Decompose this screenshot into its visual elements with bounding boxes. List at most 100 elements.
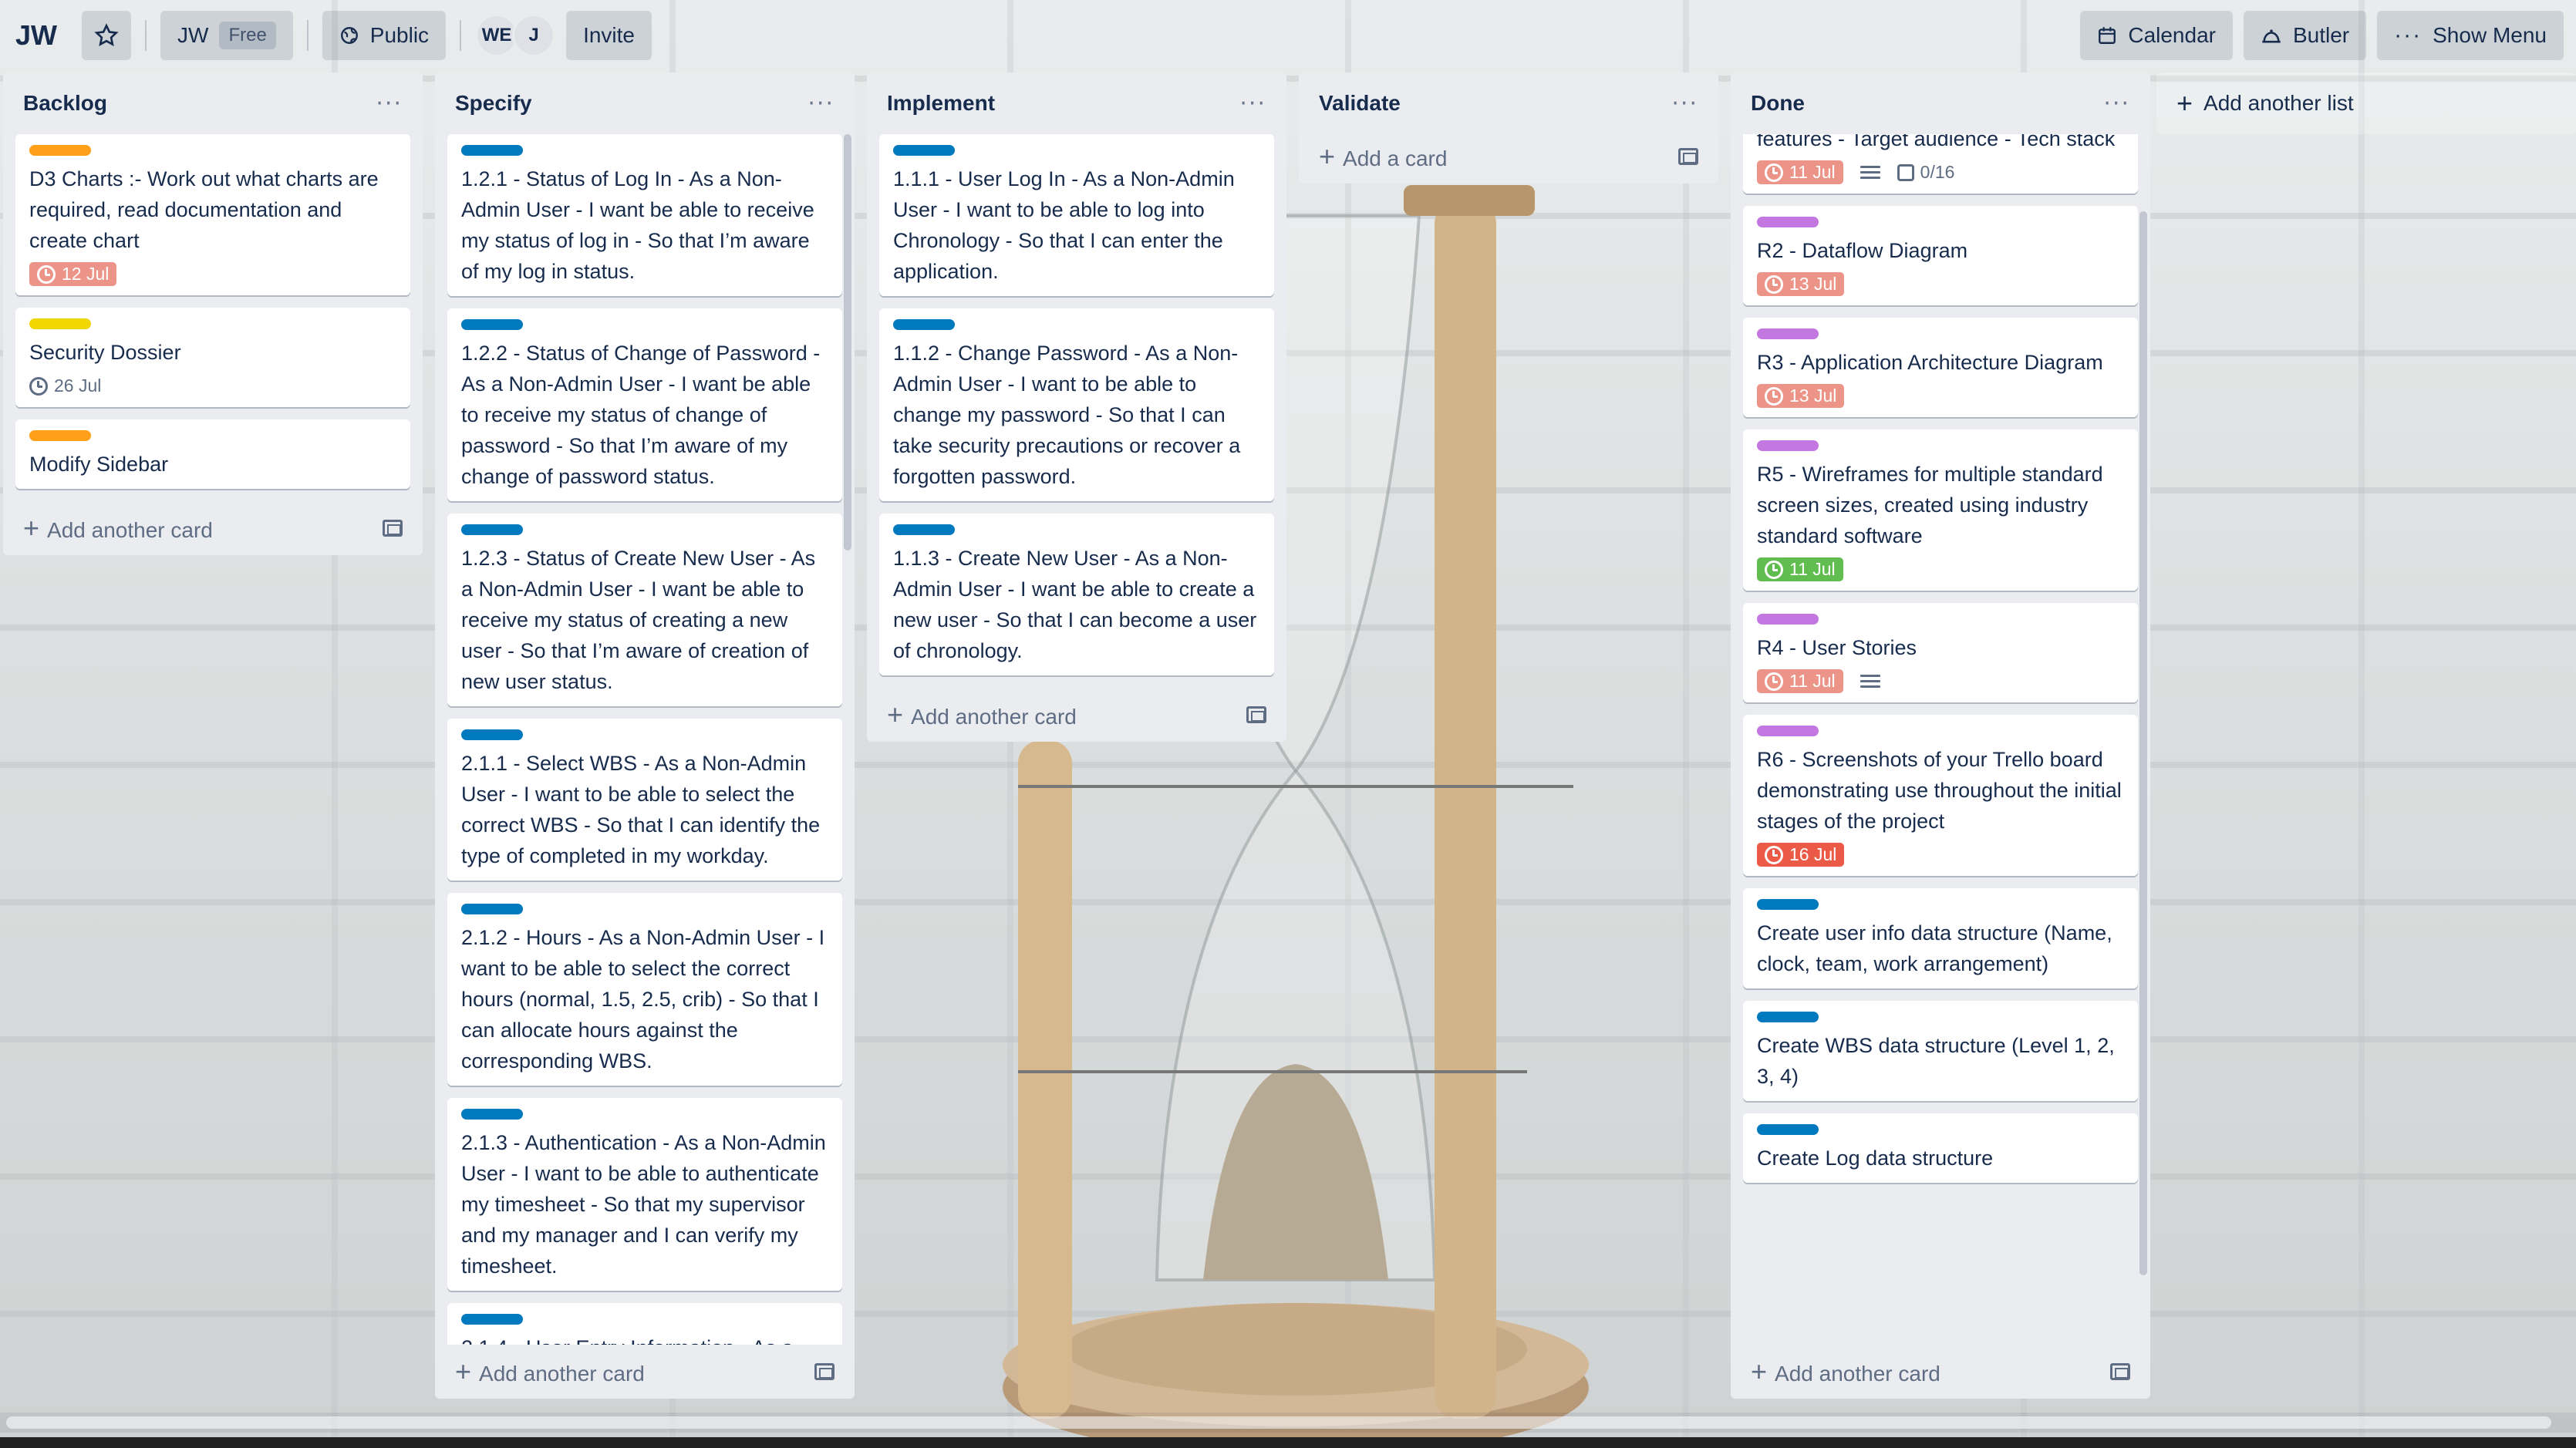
card[interactable]: 1.2.3 - Status of Create New User - As a…	[447, 514, 842, 706]
card[interactable]: R5 - Wireframes for multiple standard sc…	[1743, 429, 2138, 591]
clock-icon	[1765, 560, 1783, 579]
add-card-button[interactable]: + Add a card	[1299, 130, 1718, 184]
list-title[interactable]: Specify	[455, 91, 532, 116]
card-label-blue[interactable]	[461, 319, 523, 330]
butler-button[interactable]: Butler	[2243, 11, 2367, 60]
due-date-badge[interactable]: 11 Jul	[1757, 669, 1843, 693]
card[interactable]: Create WBS data structure (Level 1, 2, 3…	[1743, 1001, 2138, 1101]
due-date-badge[interactable]: 13 Jul	[1757, 384, 1845, 408]
add-card-button[interactable]: + Add another card	[435, 1345, 855, 1399]
star-button[interactable]	[82, 11, 131, 60]
calendar-button[interactable]: Calendar	[2080, 11, 2233, 60]
plus-icon: +	[1319, 140, 1336, 172]
board-name[interactable]: JW	[12, 19, 71, 52]
card-title: 2.1.2 - Hours - As a Non-Admin User - I …	[461, 926, 825, 1073]
card[interactable]: R3 - Application Architecture Diagram 13…	[1743, 318, 2138, 417]
board-horizontal-scrollbar[interactable]	[0, 1413, 2576, 1433]
add-card-button[interactable]: + Add another card	[1731, 1345, 2150, 1399]
card-label-blue[interactable]	[1757, 1124, 1819, 1135]
due-date-badge[interactable]: 11 Jul	[1757, 160, 1843, 184]
due-date-badge[interactable]: 26 Jul	[29, 374, 109, 398]
card-label-blue[interactable]	[461, 1314, 523, 1325]
card-template-icon[interactable]	[1246, 706, 1266, 723]
list-scrollbar[interactable]	[844, 134, 851, 551]
card-label-blue[interactable]	[893, 319, 955, 330]
card[interactable]: 2.1.4 - User Entry Information - As a	[447, 1303, 842, 1345]
card-label-orange[interactable]	[29, 145, 91, 156]
list-title[interactable]: Validate	[1319, 91, 1401, 116]
card-label-blue[interactable]	[461, 729, 523, 740]
card[interactable]: 2.1.2 - Hours - As a Non-Admin User - I …	[447, 893, 842, 1086]
list-title[interactable]: Done	[1751, 91, 1805, 116]
list-menu-icon[interactable]: ···	[376, 90, 403, 117]
card[interactable]: Modify Sidebar	[15, 419, 410, 489]
card-title: R3 - Application Architecture Diagram	[1757, 351, 2103, 374]
card[interactable]: 2.1.1 - Select WBS - As a Non-Admin User…	[447, 719, 842, 881]
due-date-badge[interactable]: 16 Jul	[1757, 843, 1845, 867]
scrollbar-thumb[interactable]	[6, 1416, 2551, 1429]
visibility-button[interactable]: Public	[322, 11, 447, 60]
card[interactable]: R2 - Dataflow Diagram 13 Jul	[1743, 206, 2138, 305]
card-label-blue[interactable]	[461, 524, 523, 535]
team-name: JW	[177, 23, 209, 47]
due-date-badge[interactable]: 13 Jul	[1757, 272, 1845, 296]
card[interactable]: R6 - Screenshots of your Trello board de…	[1743, 715, 2138, 876]
card-label-blue[interactable]	[461, 145, 523, 156]
card-label-blue[interactable]	[1757, 1012, 1819, 1022]
list-title[interactable]: Implement	[887, 91, 995, 116]
card[interactable]: Create user info data structure (Name, c…	[1743, 888, 2138, 988]
card[interactable]: 1.1.2 - Change Password - As a Non-Admin…	[879, 308, 1274, 501]
card[interactable]: 1.2.1 - Status of Log In - As a Non-Admi…	[447, 134, 842, 296]
card[interactable]: D3 Charts :- Work out what charts are re…	[15, 134, 410, 295]
invite-button[interactable]: Invite	[566, 11, 652, 60]
team-button[interactable]: JW Free	[160, 11, 293, 60]
list-menu-icon[interactable]: ···	[2103, 90, 2130, 117]
card-title: 2.1.3 - Authentication - As a Non-Admin …	[461, 1131, 826, 1278]
card-label-blue[interactable]	[1757, 899, 1819, 910]
card-label-blue[interactable]	[461, 904, 523, 914]
card[interactable]: features - Target audience - Tech stack …	[1743, 134, 2138, 194]
card-label-purple[interactable]	[1757, 217, 1819, 227]
board-header: JW JW Free Public WE J Invite Calendar B…	[0, 0, 2576, 71]
card[interactable]: 1.1.3 - Create New User - As a Non-Admin…	[879, 514, 1274, 675]
star-icon	[94, 23, 119, 46]
card-label-purple[interactable]	[1757, 726, 1819, 736]
add-list-button[interactable]: + Add another list	[2156, 72, 2576, 134]
card-template-icon[interactable]	[814, 1363, 835, 1380]
card-template-icon[interactable]	[2110, 1363, 2130, 1380]
card-label-yellow[interactable]	[29, 318, 91, 329]
card-label-blue[interactable]	[461, 1109, 523, 1120]
card-template-icon[interactable]	[1678, 148, 1698, 165]
list-menu-icon[interactable]: ···	[1239, 90, 1266, 117]
list-menu-icon[interactable]: ···	[808, 90, 835, 117]
clock-icon	[1765, 845, 1783, 864]
card-label-blue[interactable]	[893, 524, 955, 535]
card-label-purple[interactable]	[1757, 328, 1819, 339]
card[interactable]: Create Log data structure	[1743, 1113, 2138, 1183]
list-implement: Implement ··· 1.1.1 - User Log In - As a…	[867, 72, 1286, 742]
due-date: 12 Jul	[62, 264, 110, 284]
list-scrollbar[interactable]	[2139, 211, 2147, 1275]
due-date-badge[interactable]: 12 Jul	[29, 262, 117, 286]
card-label-purple[interactable]	[1757, 440, 1819, 451]
card[interactable]: 2.1.3 - Authentication - As a Non-Admin …	[447, 1098, 842, 1291]
card-template-icon[interactable]	[383, 520, 403, 537]
card[interactable]: Security Dossier 26 Jul	[15, 308, 410, 407]
card[interactable]: 1.1.1 - User Log In - As a Non-Admin Use…	[879, 134, 1274, 296]
checklist-badge: 0/16	[1897, 162, 1954, 183]
card-label-orange[interactable]	[29, 430, 91, 441]
add-card-button[interactable]: + Add another card	[3, 501, 423, 555]
list-title[interactable]: Backlog	[23, 91, 107, 116]
card[interactable]: R4 - User Stories 11 Jul	[1743, 603, 2138, 702]
plus-icon: +	[455, 1355, 472, 1387]
show-menu-button[interactable]: ··· Show Menu	[2377, 11, 2564, 60]
list-menu-icon[interactable]: ···	[1671, 90, 1698, 117]
card-label-purple[interactable]	[1757, 614, 1819, 625]
card[interactable]: 1.2.2 - Status of Change of Password - A…	[447, 308, 842, 501]
due-date-badge[interactable]: 11 Jul	[1757, 557, 1843, 581]
card-title: 1.2.1 - Status of Log In - As a Non-Admi…	[461, 167, 814, 283]
window-bottom-edge	[0, 1437, 2576, 1448]
card-label-blue[interactable]	[893, 145, 955, 156]
add-card-button[interactable]: + Add another card	[867, 688, 1286, 742]
avatar[interactable]: J	[512, 14, 556, 57]
